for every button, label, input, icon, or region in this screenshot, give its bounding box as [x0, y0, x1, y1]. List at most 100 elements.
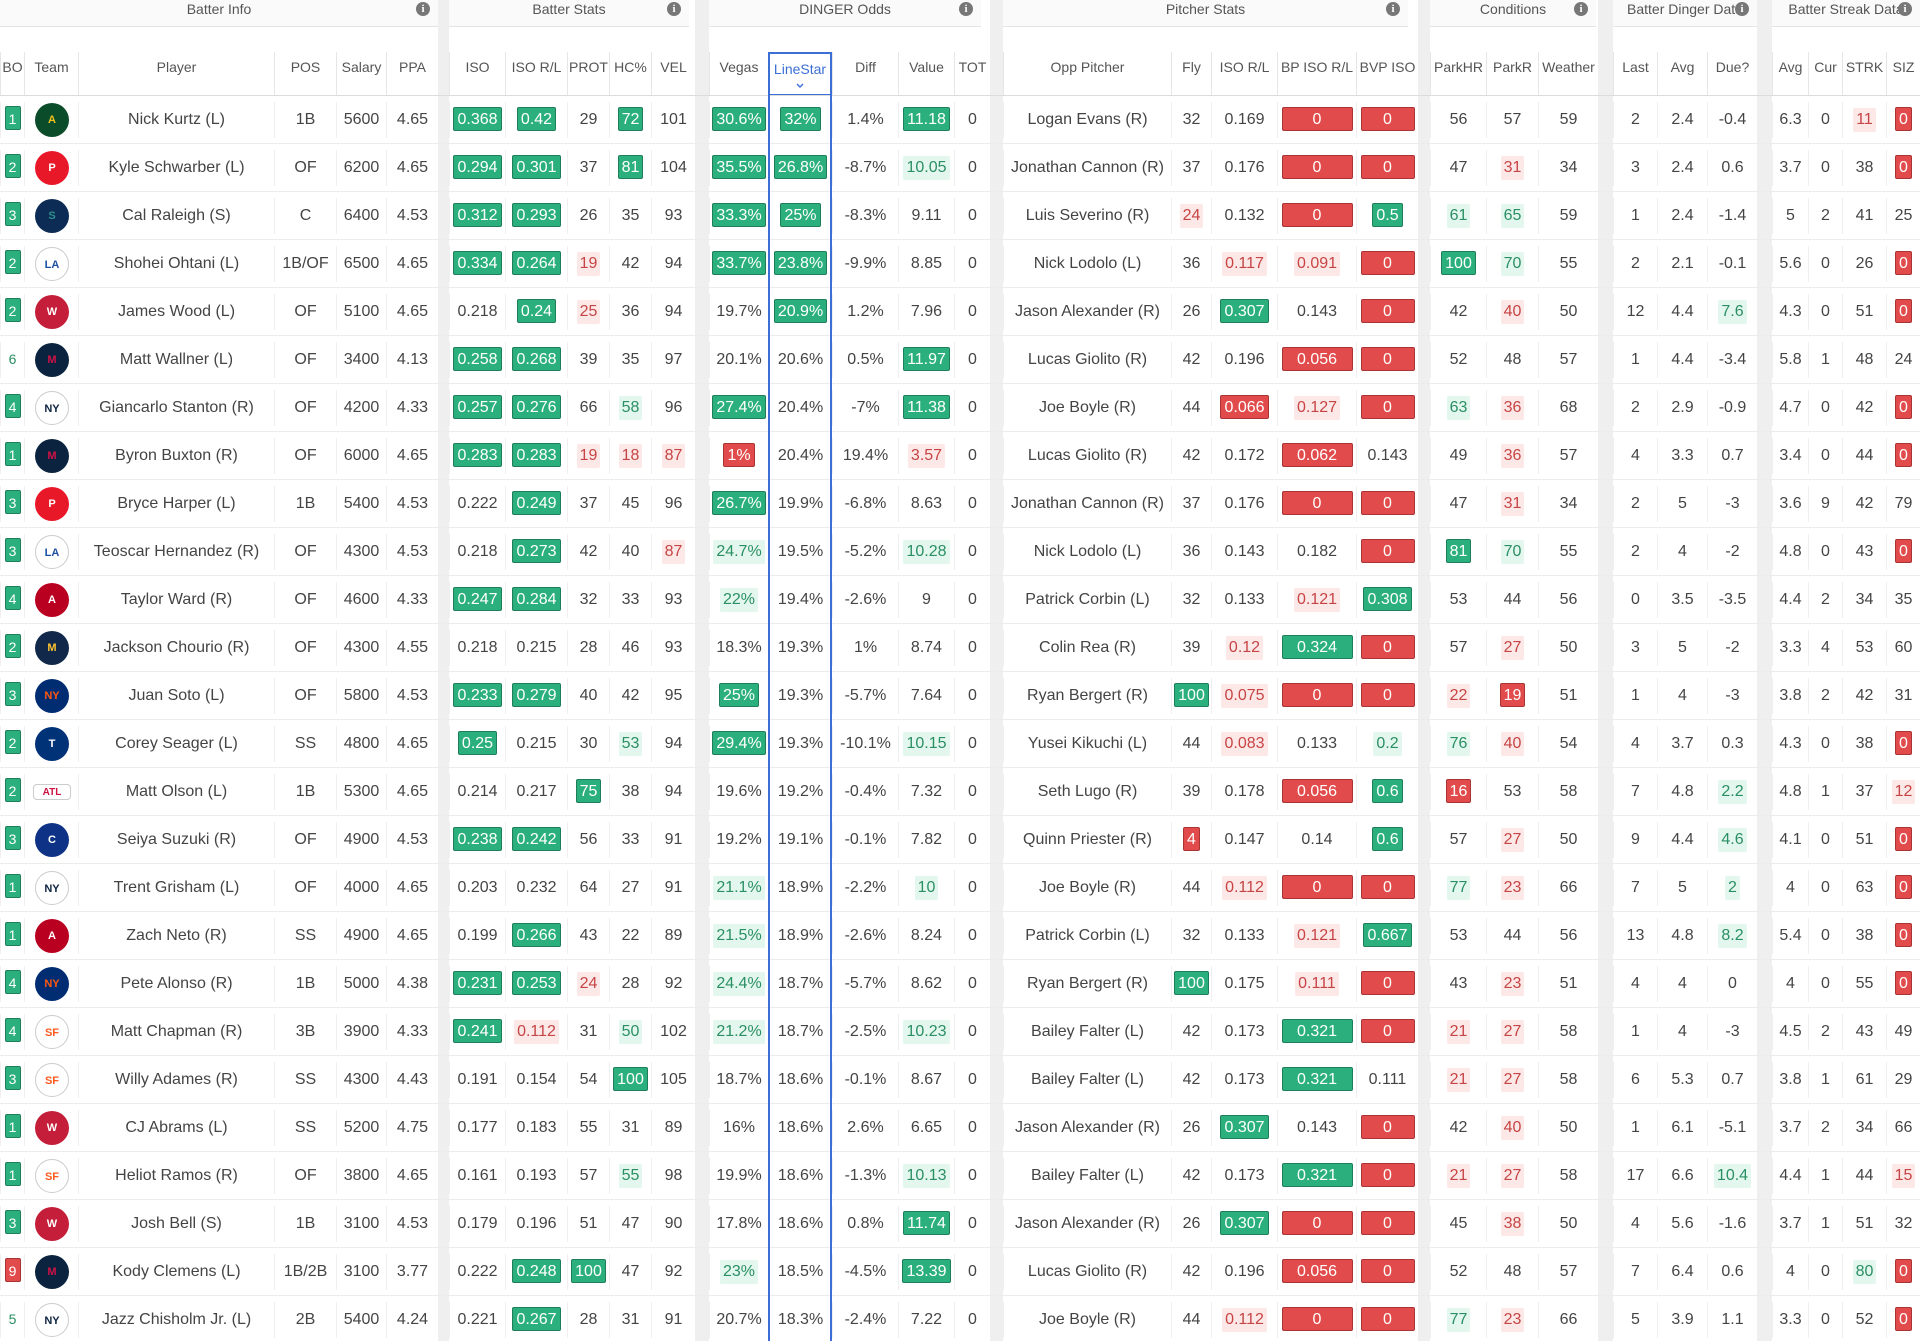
info-icon[interactable]: i [1898, 2, 1912, 16]
cell-player[interactable]: Teoscar Hernandez (R) [78, 534, 274, 570]
cell-opp[interactable]: Patrick Corbin (L) [1003, 582, 1171, 618]
cell-player[interactable]: Josh Bell (S) [78, 1206, 274, 1242]
column-header-siz[interactable]: SIZ [1886, 52, 1920, 96]
info-icon[interactable]: i [1735, 2, 1749, 16]
cell-player[interactable]: James Wood (L) [78, 294, 274, 330]
column-header-bpiso[interactable]: BP ISO R/L [1277, 52, 1356, 96]
cell-iso: 0.161 [449, 1158, 505, 1194]
column-header-salary[interactable]: Salary [336, 52, 386, 96]
column-header-vegas[interactable]: Vegas [709, 52, 768, 96]
cell-player[interactable]: Giancarlo Stanton (R) [78, 390, 274, 426]
cell-weather: 51 [1538, 678, 1598, 714]
cell-opp[interactable]: Nick Lodolo (L) [1003, 534, 1171, 570]
cell-opp[interactable]: Joe Boyle (R) [1003, 1302, 1171, 1338]
cell-opp[interactable]: Jonathan Cannon (R) [1003, 150, 1171, 186]
cell-player[interactable]: Byron Buxton (R) [78, 438, 274, 474]
column-header-fly[interactable]: Fly [1171, 52, 1211, 96]
strk-value: 53 [1855, 639, 1874, 656]
cell-opp[interactable]: Quinn Priester (R) [1003, 822, 1171, 858]
cell-player[interactable]: Jackson Chourio (R) [78, 630, 274, 666]
column-header-isorl[interactable]: ISO R/L [505, 52, 567, 96]
cell-player[interactable]: Cal Raleigh (S) [78, 198, 274, 234]
cell-player[interactable]: Matt Olson (L) [78, 774, 274, 810]
cell-player[interactable]: Jazz Chisholm Jr. (L) [78, 1302, 274, 1338]
column-header-cur[interactable]: Cur [1808, 52, 1842, 96]
cell-opp[interactable]: Bailey Falter (L) [1003, 1062, 1171, 1098]
column-header-tot[interactable]: TOT [954, 52, 990, 96]
column-header-ppa[interactable]: PPA [386, 52, 438, 96]
column-header-iso[interactable]: ISO [449, 52, 505, 96]
column-header-vel[interactable]: VEL [651, 52, 695, 96]
cell-opp[interactable]: Lucas Giolito (R) [1003, 438, 1171, 474]
cell-ppa: 4.53 [386, 198, 438, 234]
cell-linestar: 18.6% [768, 1158, 832, 1194]
cell-opp[interactable]: Patrick Corbin (L) [1003, 918, 1171, 954]
cell-player[interactable]: Bryce Harper (L) [78, 486, 274, 522]
column-header-pos[interactable]: POS [274, 52, 336, 96]
cell-opp[interactable]: Colin Rea (R) [1003, 630, 1171, 666]
info-icon[interactable]: i [1386, 2, 1400, 16]
cell-opp[interactable]: Logan Evans (R) [1003, 102, 1171, 138]
cell-opp[interactable]: Ryan Bergert (R) [1003, 966, 1171, 1002]
cell-player[interactable]: Pete Alonso (R) [78, 966, 274, 1002]
info-icon[interactable]: i [667, 2, 681, 16]
column-header-savg[interactable]: Avg [1772, 52, 1808, 96]
column-header-player[interactable]: Player [78, 52, 274, 96]
cell-player[interactable]: CJ Abrams (L) [78, 1110, 274, 1146]
cell-player[interactable]: Willy Adames (R) [78, 1062, 274, 1098]
row-divider [0, 1055, 1920, 1056]
cell-player[interactable]: Trent Grisham (L) [78, 870, 274, 906]
column-header-prot[interactable]: PROT [567, 52, 609, 96]
cell-opp[interactable]: Seth Lugo (R) [1003, 774, 1171, 810]
column-header-last[interactable]: Last [1613, 52, 1657, 96]
cell-opp[interactable]: Jason Alexander (R) [1003, 1110, 1171, 1146]
column-header-value[interactable]: Value [898, 52, 954, 96]
column-header-due[interactable]: Due? [1707, 52, 1757, 96]
info-icon[interactable]: i [959, 2, 973, 16]
cell-prot: 40 [567, 678, 609, 714]
cell-player[interactable]: Shohei Ohtani (L) [78, 246, 274, 282]
cell-opp[interactable]: Bailey Falter (L) [1003, 1158, 1171, 1194]
column-header-diff[interactable]: Diff [832, 52, 898, 96]
column-header-weather[interactable]: Weather [1538, 52, 1598, 96]
cell-player[interactable]: Taylor Ward (R) [78, 582, 274, 618]
cell-opp[interactable]: Bailey Falter (L) [1003, 1014, 1171, 1050]
cell-player[interactable]: Nick Kurtz (L) [78, 102, 274, 138]
cell-opp[interactable]: Yusei Kikuchi (L) [1003, 726, 1171, 762]
cell-player[interactable]: Seiya Suzuki (R) [78, 822, 274, 858]
siz-value: 0 [1895, 1307, 1912, 1331]
column-header-parkr[interactable]: ParkR [1486, 52, 1538, 96]
column-header-opp[interactable]: Opp Pitcher [1003, 52, 1171, 96]
cell-opp[interactable]: Nick Lodolo (L) [1003, 246, 1171, 282]
cell-opp[interactable]: Joe Boyle (R) [1003, 390, 1171, 426]
cell-opp[interactable]: Jason Alexander (R) [1003, 1206, 1171, 1242]
column-header-avg[interactable]: Avg [1657, 52, 1707, 96]
cell-opp[interactable]: Ryan Bergert (R) [1003, 678, 1171, 714]
cell-player[interactable]: Matt Wallner (L) [78, 342, 274, 378]
vegas-value: 24.4% [713, 972, 765, 996]
cell-opp[interactable]: Luis Severino (R) [1003, 198, 1171, 234]
column-header-hc[interactable]: HC% [609, 52, 651, 96]
bvp-value: 0 [1360, 635, 1415, 659]
column-header-pisorl[interactable]: ISO R/L [1211, 52, 1277, 96]
cell-opp[interactable]: Joe Boyle (R) [1003, 870, 1171, 906]
column-header-parkhr[interactable]: ParkHR [1430, 52, 1486, 96]
cell-opp[interactable]: Lucas Giolito (R) [1003, 342, 1171, 378]
cell-player[interactable]: Matt Chapman (R) [78, 1014, 274, 1050]
cell-player[interactable]: Kody Clemens (L) [78, 1254, 274, 1290]
column-header-team[interactable]: Team [24, 52, 78, 96]
cell-opp[interactable]: Jonathan Cannon (R) [1003, 486, 1171, 522]
info-icon[interactable]: i [1574, 2, 1588, 16]
cell-player[interactable]: Heliot Ramos (R) [78, 1158, 274, 1194]
column-header-linestar[interactable]: LineStar [768, 52, 832, 96]
cell-player[interactable]: Kyle Schwarber (L) [78, 150, 274, 186]
column-header-strk[interactable]: STRK [1842, 52, 1886, 96]
cell-player[interactable]: Juan Soto (L) [78, 678, 274, 714]
cell-opp[interactable]: Jason Alexander (R) [1003, 294, 1171, 330]
column-header-bvp[interactable]: BVP ISO [1356, 52, 1418, 96]
info-icon[interactable]: i [416, 2, 430, 16]
cell-player[interactable]: Zach Neto (R) [78, 918, 274, 954]
cell-player[interactable]: Corey Seager (L) [78, 726, 274, 762]
column-header-bo[interactable]: BO [0, 52, 24, 96]
cell-opp[interactable]: Lucas Giolito (R) [1003, 1254, 1171, 1290]
